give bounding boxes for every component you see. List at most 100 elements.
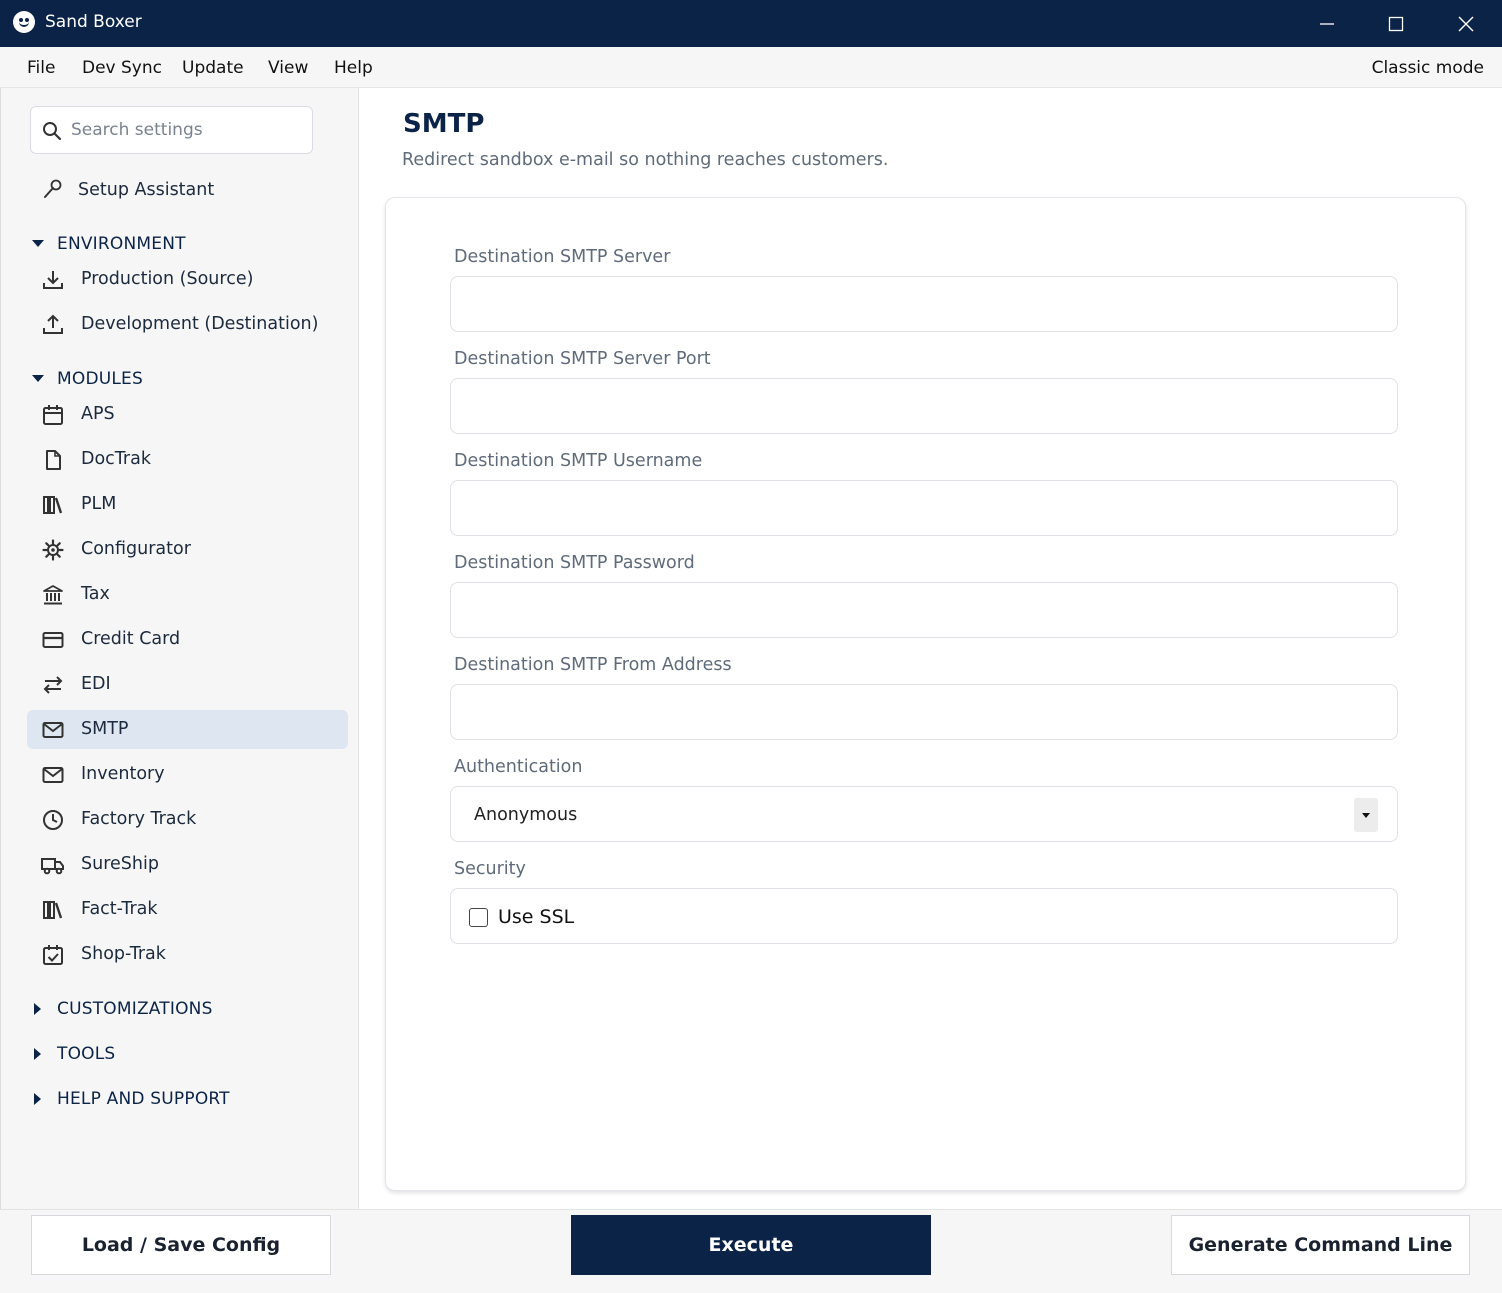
maximize-button[interactable] bbox=[1361, 0, 1431, 47]
truck-icon bbox=[41, 853, 65, 877]
section-label: MODULES bbox=[57, 369, 143, 389]
sidebar-item-label: Development (Destination) bbox=[81, 314, 319, 334]
smtp-server-label: Destination SMTP Server bbox=[454, 247, 671, 267]
sidebar-item-tax[interactable]: Tax bbox=[27, 575, 348, 614]
close-button[interactable] bbox=[1431, 0, 1501, 47]
authentication-select[interactable]: Anonymous bbox=[450, 786, 1398, 842]
mail-icon bbox=[41, 718, 65, 742]
document-icon bbox=[41, 448, 65, 472]
menu-view[interactable]: View bbox=[268, 58, 308, 78]
menu-dev-sync[interactable]: Dev Sync bbox=[82, 58, 162, 78]
search-box bbox=[30, 106, 313, 154]
section-modules[interactable]: MODULES bbox=[31, 366, 143, 392]
sidebar-item-factory-track[interactable]: Factory Track bbox=[27, 800, 348, 839]
sidebar-item-sureship[interactable]: SureShip bbox=[27, 845, 348, 884]
maximize-icon bbox=[1388, 16, 1404, 31]
section-help-and-support[interactable]: HELP AND SUPPORT bbox=[31, 1086, 230, 1112]
search-input[interactable] bbox=[71, 107, 306, 153]
authentication-value: Anonymous bbox=[474, 805, 578, 825]
caret-right-icon bbox=[31, 1047, 45, 1061]
sidebar-item-shop-trak[interactable]: Shop-Trak bbox=[27, 935, 348, 974]
generate-command-line-button[interactable]: Generate Command Line bbox=[1171, 1215, 1470, 1275]
sidebar-item-configurator[interactable]: Configurator bbox=[27, 530, 348, 569]
smtp-port-input[interactable] bbox=[450, 378, 1398, 434]
sidebar: Setup Assistant ENVIRONMENT Production (… bbox=[0, 88, 359, 1209]
footer-bar: Load / Save Config Execute Generate Comm… bbox=[0, 1209, 1502, 1293]
library-icon bbox=[41, 493, 65, 517]
app-logo-icon bbox=[13, 11, 35, 33]
sidebar-item-credit-card[interactable]: Credit Card bbox=[27, 620, 348, 659]
credit-card-icon bbox=[41, 628, 65, 652]
minimize-button[interactable] bbox=[1292, 0, 1362, 47]
sidebar-item-label: APS bbox=[81, 404, 115, 424]
sidebar-item-setup-assistant[interactable]: Setup Assistant bbox=[27, 171, 348, 210]
section-environment[interactable]: ENVIRONMENT bbox=[31, 231, 186, 257]
wrench-icon bbox=[41, 177, 65, 201]
security-label: Security bbox=[454, 859, 526, 879]
sidebar-item-label: Inventory bbox=[81, 764, 165, 784]
sidebar-item-label: Production (Source) bbox=[81, 269, 254, 289]
smtp-from-address-input[interactable] bbox=[450, 684, 1398, 740]
sidebar-item-development[interactable]: Development (Destination) bbox=[27, 305, 348, 344]
download-icon bbox=[41, 268, 65, 292]
sidebar-item-label: EDI bbox=[81, 674, 111, 694]
security-box: Use SSL bbox=[450, 888, 1398, 944]
authentication-label: Authentication bbox=[454, 757, 583, 777]
classic-mode-link[interactable]: Classic mode bbox=[1372, 58, 1484, 78]
menu-bar: File Dev Sync Update View Help Classic m… bbox=[0, 47, 1502, 88]
sidebar-item-label: Tax bbox=[81, 584, 110, 604]
upload-icon bbox=[41, 313, 65, 337]
cog-icon bbox=[41, 538, 65, 562]
sidebar-item-production[interactable]: Production (Source) bbox=[27, 260, 348, 299]
menu-file[interactable]: File bbox=[27, 58, 55, 78]
page-subtitle: Redirect sandbox e-mail so nothing reach… bbox=[402, 150, 889, 170]
sidebar-item-label: Fact-Trak bbox=[81, 899, 158, 919]
smtp-username-input[interactable] bbox=[450, 480, 1398, 536]
caret-down-icon bbox=[31, 237, 45, 251]
sidebar-item-label: DocTrak bbox=[81, 449, 151, 469]
section-label: ENVIRONMENT bbox=[57, 234, 186, 254]
window-title: Sand Boxer bbox=[45, 12, 142, 32]
bank-icon bbox=[41, 583, 65, 607]
section-label: CUSTOMIZATIONS bbox=[57, 999, 213, 1019]
caret-down-icon bbox=[31, 372, 45, 386]
execute-button[interactable]: Execute bbox=[571, 1215, 931, 1275]
sidebar-item-label: Setup Assistant bbox=[78, 180, 215, 200]
sidebar-item-inventory[interactable]: Inventory bbox=[27, 755, 348, 794]
caret-right-icon bbox=[31, 1002, 45, 1016]
clock-icon bbox=[41, 808, 65, 832]
sidebar-item-smtp[interactable]: SMTP bbox=[27, 710, 348, 749]
caret-right-icon bbox=[31, 1092, 45, 1106]
menu-update[interactable]: Update bbox=[182, 58, 244, 78]
dropdown-arrow-icon[interactable] bbox=[1354, 798, 1378, 832]
use-ssl-checkbox[interactable] bbox=[469, 908, 488, 927]
calendar-check-icon bbox=[41, 943, 65, 967]
section-label: HELP AND SUPPORT bbox=[57, 1089, 230, 1109]
sidebar-item-label: SMTP bbox=[81, 719, 129, 739]
section-customizations[interactable]: CUSTOMIZATIONS bbox=[31, 996, 213, 1022]
sidebar-item-edi[interactable]: EDI bbox=[27, 665, 348, 704]
sidebar-item-aps[interactable]: APS bbox=[27, 395, 348, 434]
sidebar-item-label: Factory Track bbox=[81, 809, 197, 829]
library-icon bbox=[41, 898, 65, 922]
smtp-from-address-label: Destination SMTP From Address bbox=[454, 655, 732, 675]
search-icon bbox=[43, 122, 62, 141]
close-icon bbox=[1458, 16, 1474, 31]
sidebar-item-label: SureShip bbox=[81, 854, 159, 874]
calendar-icon bbox=[41, 403, 65, 427]
mail-icon bbox=[41, 763, 65, 787]
smtp-password-label: Destination SMTP Password bbox=[454, 553, 695, 573]
smtp-password-input[interactable] bbox=[450, 582, 1398, 638]
smtp-server-input[interactable] bbox=[450, 276, 1398, 332]
sidebar-item-label: Shop-Trak bbox=[81, 944, 166, 964]
sidebar-item-label: PLM bbox=[81, 494, 117, 514]
load-save-config-button[interactable]: Load / Save Config bbox=[31, 1215, 331, 1275]
menu-help[interactable]: Help bbox=[334, 58, 373, 78]
sidebar-item-plm[interactable]: PLM bbox=[27, 485, 348, 524]
section-tools[interactable]: TOOLS bbox=[31, 1041, 115, 1067]
use-ssl-label[interactable]: Use SSL bbox=[498, 906, 574, 928]
section-label: TOOLS bbox=[57, 1044, 116, 1064]
sidebar-item-fact-trak[interactable]: Fact-Trak bbox=[27, 890, 348, 929]
sidebar-item-doctrak[interactable]: DocTrak bbox=[27, 440, 348, 479]
sidebar-item-label: Configurator bbox=[81, 539, 191, 559]
